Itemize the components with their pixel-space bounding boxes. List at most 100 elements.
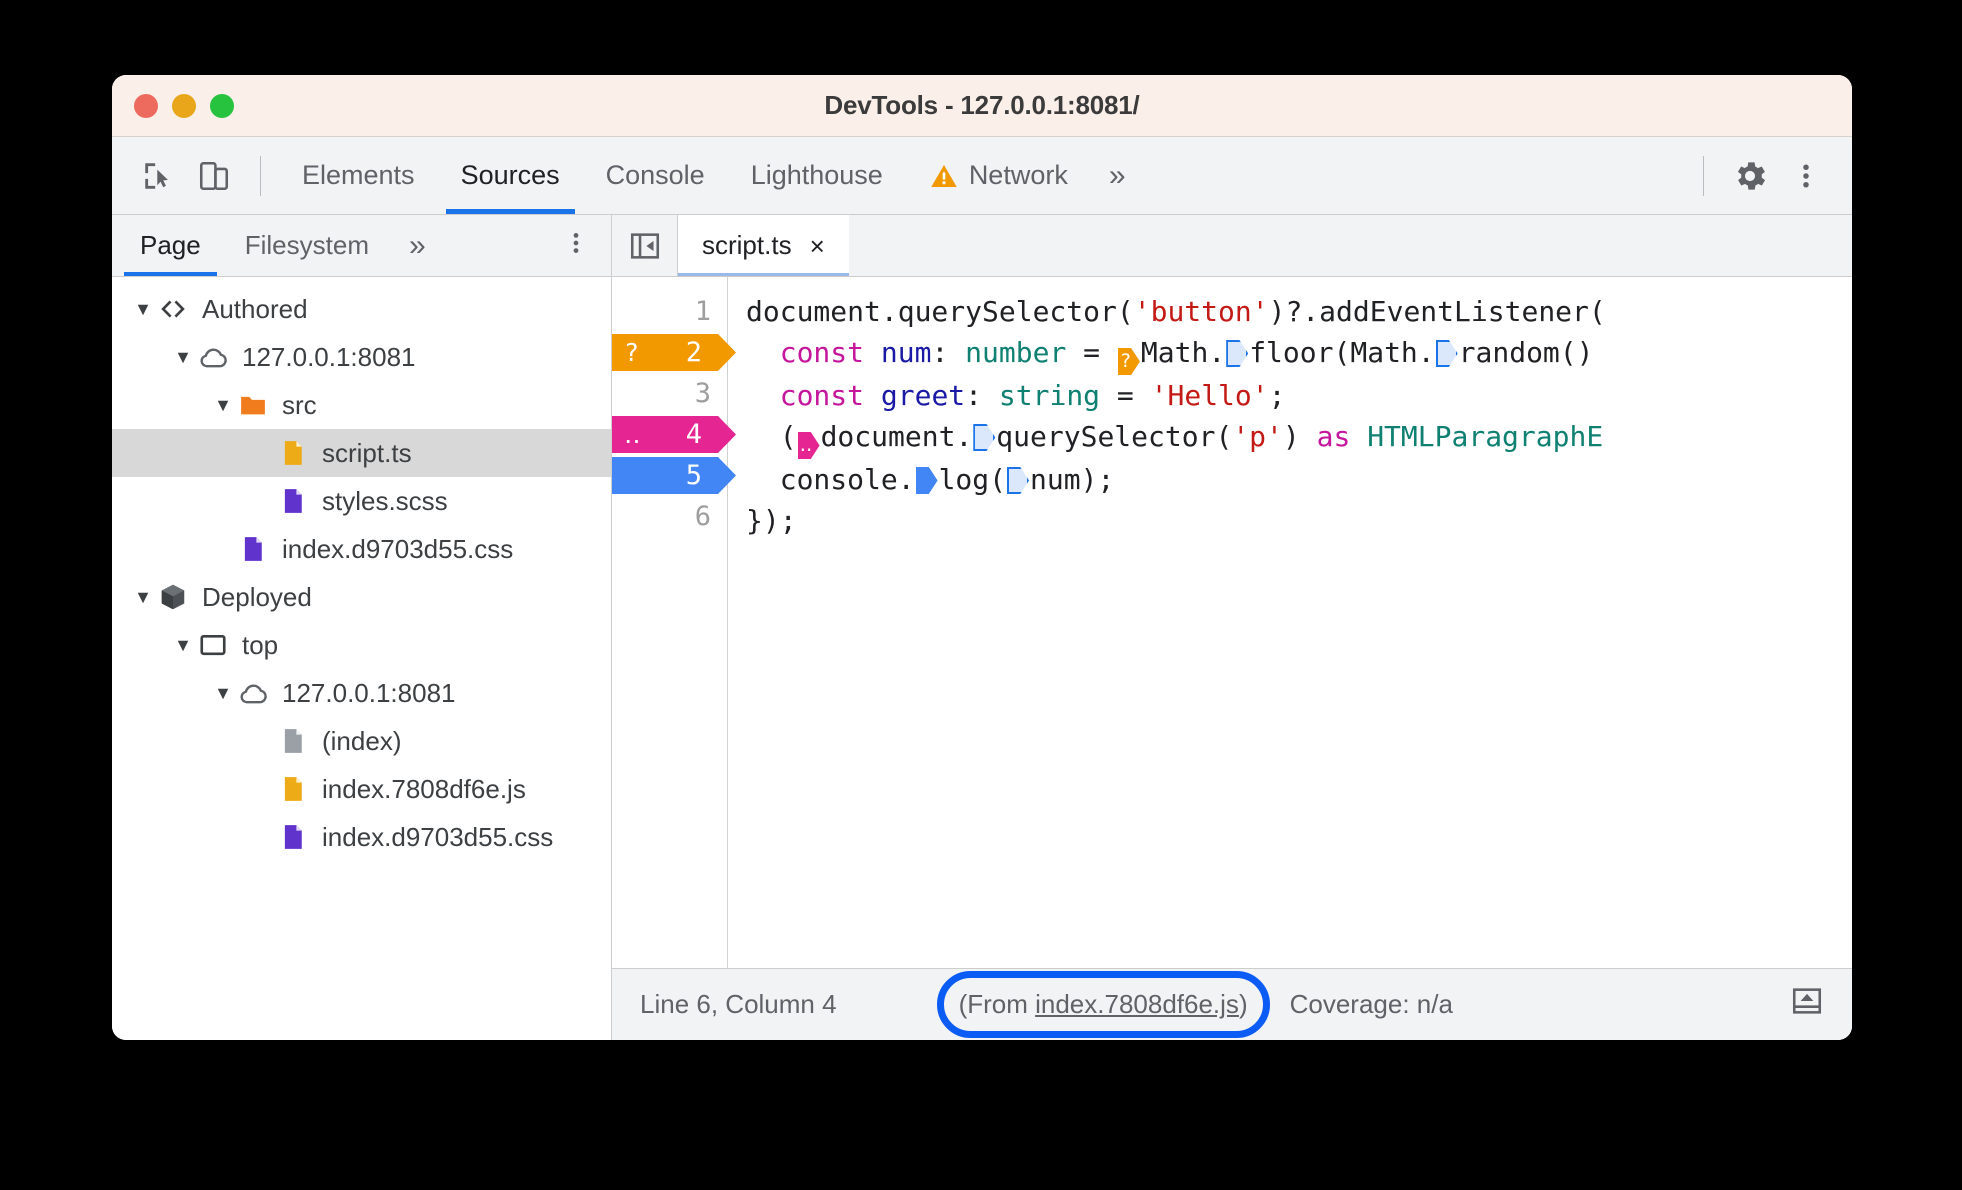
editor-tab-label: script.ts [702, 230, 792, 260]
toolbar-divider-right [1703, 155, 1704, 196]
gear-icon[interactable] [1722, 148, 1778, 204]
collapse-sidebar-icon[interactable] [612, 215, 678, 276]
line-number-gutter[interactable]: 1 ? 2 3 ‥ 4 5 6 [612, 277, 728, 1040]
chevron-down-icon[interactable]: ▼ [130, 587, 156, 608]
gutter-line-1[interactable]: 1 [612, 291, 727, 332]
tab-sources[interactable]: Sources [438, 137, 583, 214]
more-panels-chevron[interactable]: » [1091, 160, 1144, 191]
tree-item-127-0-0-1-8081[interactable]: ▼ 127.0.0.1:8081 [112, 333, 611, 381]
code-editor[interactable]: 1? 2 3 ‥ 4 5 6 document.querySelector('button'… [612, 277, 1852, 1040]
device-toolbar-icon[interactable] [186, 148, 242, 204]
tree-item-label: 127.0.0.1:8081 [242, 341, 416, 372]
sourcemap-marker-active-breakpoint[interactable] [915, 467, 938, 494]
devtools-main-toolbar: Elements Sources Console Lighthouse Netw… [112, 137, 1852, 215]
breakpoint-marker-normal-line-5[interactable]: 5 [612, 457, 736, 494]
maximize-window-button[interactable] [210, 93, 234, 118]
line-number: 1 [694, 296, 711, 327]
tree-item-src[interactable]: ▼ src [112, 381, 611, 429]
tree-item-index-7808df6e-js[interactable]: index.7808df6e.js [112, 765, 611, 813]
code-line-3: const greet: string = 'Hello'; [779, 379, 1286, 412]
from-prefix-label: (From [958, 989, 1036, 1019]
file-css-icon [276, 486, 310, 516]
tab-sources-label: Sources [460, 160, 560, 190]
gutter-line-3[interactable]: 3 [612, 373, 727, 414]
kebab-menu-icon[interactable] [1778, 148, 1834, 204]
editor-pane: script.ts × 1? 2 3 ‥ 4 5 6 document.querySelec… [612, 215, 1852, 1040]
navigator-kebab-icon[interactable] [541, 230, 611, 261]
show-drawer-icon[interactable] [1790, 984, 1824, 1025]
gutter-line-2[interactable]: ? 2 [612, 332, 727, 373]
chevron-down-icon[interactable]: ▼ [210, 395, 236, 416]
nav-tab-page[interactable]: Page [118, 215, 223, 276]
sourcemap-marker-step[interactable] [1435, 340, 1458, 367]
tree-item-label: src [282, 389, 317, 420]
tree-item-label: index.7808df6e.js [322, 773, 526, 804]
breakpoint-marker-logpoint-line-4[interactable]: ‥ 4 [612, 416, 736, 453]
source-origin-callout[interactable]: (From index.7808df6e.js) [936, 971, 1270, 1038]
sourcemap-marker-step[interactable] [1007, 467, 1030, 494]
gutter-line-4[interactable]: ‥ 4 [612, 414, 727, 455]
devtools-window: DevTools - 127.0.0.1:8081/ Elements Sour… [112, 75, 1852, 1040]
tree-item-label: index.d9703d55.css [322, 821, 554, 852]
nav-tab-filesystem[interactable]: Filesystem [223, 215, 391, 276]
devtools-body: Page Filesystem » ▼ Authored ▼ 127.0.0.1:80… [112, 215, 1852, 1040]
window-titlebar: DevTools - 127.0.0.1:8081/ [112, 75, 1852, 137]
sourcemap-marker-step[interactable] [1226, 340, 1249, 367]
tab-elements[interactable]: Elements [279, 137, 438, 214]
line-number: 4 [685, 419, 702, 450]
tree-item-label: 127.0.0.1:8081 [282, 677, 456, 708]
tree-item-index-d9703d55-css[interactable]: index.d9703d55.css [112, 525, 611, 573]
editor-tab-script-ts[interactable]: script.ts × [678, 215, 849, 276]
breakpoint-marker-conditional-line-2[interactable]: ? 2 [612, 334, 736, 371]
original-source-link[interactable]: index.7808df6e.js [1035, 989, 1239, 1019]
chevron-down-icon[interactable]: ▼ [210, 683, 236, 704]
tab-elements-label: Elements [302, 160, 415, 190]
tree-item-127-0-0-1-8081[interactable]: ▼ 127.0.0.1:8081 [112, 669, 611, 717]
gutter-line-5[interactable]: 5 [612, 455, 727, 496]
nav-tab-filesystem-label: Filesystem [244, 230, 369, 260]
tab-console[interactable]: Console [583, 137, 728, 214]
tab-lighthouse-label: Lighthouse [750, 160, 883, 190]
close-icon[interactable]: × [810, 233, 825, 259]
close-window-button[interactable] [134, 93, 158, 118]
folder-icon [236, 390, 270, 420]
minimize-window-button[interactable] [172, 93, 196, 118]
chevron-down-icon[interactable]: ▼ [170, 635, 196, 656]
tree-item-label: script.ts [322, 437, 412, 468]
chevron-down-icon[interactable]: ▼ [130, 299, 156, 320]
inspect-element-icon[interactable] [130, 148, 186, 204]
drawer-toggle[interactable] [1790, 984, 1824, 1025]
code-line-2: const num: number = ? Math. floor(Math. ran… [746, 332, 1852, 375]
cube-icon [156, 582, 190, 612]
tree-item-authored[interactable]: ▼ Authored [112, 285, 611, 333]
tree-item-styles-scss[interactable]: styles.scss [112, 477, 611, 525]
tab-network[interactable]: Network [906, 137, 1091, 214]
breakpoint-glyph: ? [624, 338, 640, 367]
tree-item-script-ts[interactable]: script.ts [112, 429, 611, 477]
window-traffic-lights [134, 93, 234, 118]
panel-tab-list: Elements Sources Console Lighthouse Netw… [279, 137, 1144, 214]
tab-network-label: Network [968, 160, 1068, 190]
code-line-6: }); [746, 504, 797, 537]
cursor-position-label: Line 6, Column 4 [640, 989, 837, 1019]
tree-item-label: index.d9703d55.css [282, 533, 514, 564]
tab-console-label: Console [605, 160, 705, 190]
code-line-4: (‥ document. querySelector('p') as HTMLPar… [746, 416, 1852, 459]
tree-item-label: (index) [322, 725, 402, 756]
sourcemap-marker-logpoint[interactable]: ‥ [797, 432, 820, 459]
tree-item-index-d9703d55-css[interactable]: index.d9703d55.css [112, 813, 611, 861]
sourcemap-marker-step[interactable] [973, 424, 996, 451]
coverage-label: Coverage: n/a [1289, 989, 1453, 1019]
gutter-line-6[interactable]: 6 [612, 496, 727, 537]
sourcemap-marker-conditional[interactable]: ? [1117, 348, 1140, 375]
tab-lighthouse[interactable]: Lighthouse [728, 137, 906, 214]
tree-item--index-[interactable]: (index) [112, 717, 611, 765]
tree-item-deployed[interactable]: ▼ Deployed [112, 573, 611, 621]
chevron-down-icon[interactable]: ▼ [170, 347, 196, 368]
tree-item-top[interactable]: ▼ top [112, 621, 611, 669]
source-code-content[interactable]: document.querySelector('button')?.addEve… [728, 277, 1852, 1040]
file-doc-icon [276, 726, 310, 756]
navigator-more-chevron[interactable]: » [391, 230, 444, 261]
window-title: DevTools - 127.0.0.1:8081/ [824, 90, 1140, 120]
file-js-icon [276, 774, 310, 804]
